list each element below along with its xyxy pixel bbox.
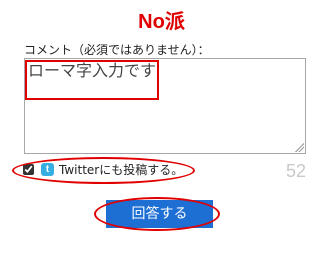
twitter-bird-icon: t bbox=[41, 163, 54, 176]
comment-label: コメント（必須ではありません）： bbox=[24, 43, 210, 57]
twitter-share-option[interactable]: t Twitterにも投稿する。 bbox=[23, 160, 198, 180]
twitter-share-checkbox[interactable] bbox=[23, 164, 34, 175]
comment-form: No派 コメント（必須ではありません）： ローマ字入力です t Twitterに… bbox=[0, 0, 323, 254]
twitter-share-label: Twitterにも投稿する。 bbox=[59, 163, 184, 177]
comment-textarea[interactable]: ローマ字入力です bbox=[24, 58, 306, 154]
comment-text: ローマ字入力です bbox=[28, 61, 157, 80]
vote-title: No派 bbox=[138, 11, 185, 33]
submit-answer-button[interactable]: 回答する bbox=[106, 200, 213, 228]
character-count: 52 bbox=[285, 161, 306, 181]
resize-handle[interactable] bbox=[294, 142, 304, 152]
